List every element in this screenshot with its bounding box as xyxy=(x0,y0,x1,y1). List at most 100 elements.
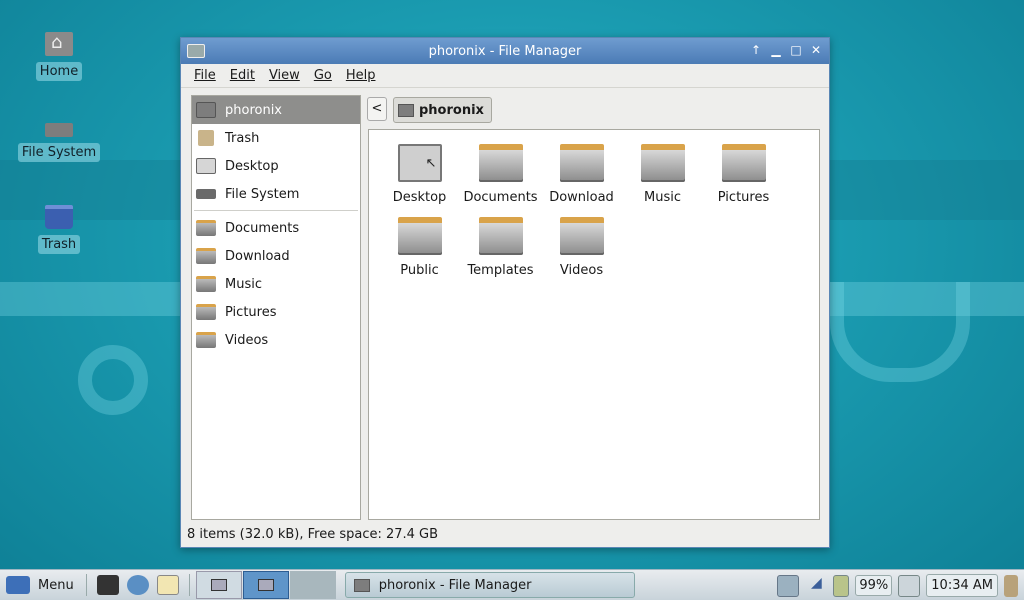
menu-go[interactable]: Go xyxy=(307,68,339,83)
task-button-label: phoronix - File Manager xyxy=(378,577,532,593)
file-name: Templates xyxy=(467,263,534,278)
file-item-documents[interactable]: Documents xyxy=(460,144,541,205)
minimize-icon[interactable]: ▁ xyxy=(769,42,783,58)
workspace-1-button[interactable] xyxy=(242,571,289,599)
system-tray: ◢ 99% 10:34 AM xyxy=(777,570,1024,600)
sidebar-item-phoronix[interactable]: phoronix xyxy=(192,96,360,124)
taskbar-separator xyxy=(85,574,87,596)
sidebar-item-label: Documents xyxy=(225,220,300,236)
file-item-music[interactable]: Music xyxy=(622,144,703,205)
sidebar-item-music[interactable]: Music xyxy=(192,270,360,298)
terminal-launcher-icon[interactable] xyxy=(96,575,119,595)
home-icon xyxy=(45,32,73,56)
sidebar-item-label: phoronix xyxy=(225,102,283,118)
status-bar: 8 items (32.0 kB), Free space: 27.4 GB xyxy=(187,527,439,542)
wallpaper-curve xyxy=(830,282,970,382)
workspace-2-button[interactable] xyxy=(289,571,336,599)
trash-icon xyxy=(45,205,73,229)
side-pane: phoronix Trash Desktop File System Docum… xyxy=(191,95,361,520)
trash-icon[interactable] xyxy=(1004,574,1018,597)
text-editor-launcher-icon[interactable] xyxy=(156,575,179,595)
folder-icon xyxy=(196,248,216,264)
trash-icon xyxy=(198,130,214,146)
desktop-icon xyxy=(196,158,216,174)
sidebar-item-label: File System xyxy=(225,186,300,202)
menu-file[interactable]: File xyxy=(187,68,223,83)
network-icon[interactable] xyxy=(777,574,800,597)
sidebar-item-trash[interactable]: Trash xyxy=(192,124,360,152)
file-name: Download xyxy=(549,190,614,205)
browser-launcher-icon[interactable] xyxy=(126,575,149,595)
file-item-pictures[interactable]: Pictures xyxy=(703,144,784,205)
home-folder-icon xyxy=(398,103,414,117)
file-name: Public xyxy=(400,263,439,278)
show-desktop-icon xyxy=(210,579,227,591)
file-name: Music xyxy=(644,190,681,205)
desktop-icon-trash[interactable]: Trash xyxy=(14,205,104,254)
maximize-icon[interactable]: □ xyxy=(789,42,803,58)
menu-button[interactable]: Menu xyxy=(0,570,80,600)
sidebar-item-label: Trash xyxy=(225,130,260,146)
file-item-download[interactable]: Download xyxy=(541,144,622,205)
desktop-icon-home[interactable]: Home xyxy=(14,32,104,81)
desktop-icon xyxy=(397,144,442,182)
sidebar-item-documents[interactable]: Documents xyxy=(192,214,360,242)
menu-view[interactable]: View xyxy=(262,68,307,83)
desktop-icon-label: Home xyxy=(35,62,83,81)
title-bar[interactable]: phoronix - File Manager ↑ ▁ □ ✕ xyxy=(181,38,829,64)
home-folder-icon xyxy=(353,578,370,592)
volume-icon[interactable] xyxy=(898,574,921,597)
desktop-icon-label: File System xyxy=(17,143,101,162)
task-button-file-manager[interactable]: phoronix - File Manager xyxy=(344,572,635,598)
sidebar-item-label: Music xyxy=(225,276,262,292)
file-name: Videos xyxy=(559,263,604,278)
sidebar-item-videos[interactable]: Videos xyxy=(192,326,360,354)
folder-icon xyxy=(196,304,216,320)
desktop-icon-filesystem[interactable]: File System xyxy=(14,117,104,162)
menu-button-label: Menu xyxy=(38,577,74,593)
file-item-videos[interactable]: Videos xyxy=(541,217,622,278)
sidebar-item-label: Videos xyxy=(225,332,269,348)
sidebar-divider xyxy=(194,210,358,211)
clock[interactable]: 10:34 AM xyxy=(926,574,998,597)
sidebar-item-pictures[interactable]: Pictures xyxy=(192,298,360,326)
close-icon[interactable]: ✕ xyxy=(809,42,823,58)
taskbar-separator xyxy=(188,574,190,596)
folder-icon xyxy=(196,276,216,292)
menu-bar: File Edit View Go Help xyxy=(181,64,829,88)
menu-help[interactable]: Help xyxy=(339,68,383,83)
sidebar-item-filesystem[interactable]: File System xyxy=(192,180,360,208)
file-name: Pictures xyxy=(717,190,770,205)
menu-edit[interactable]: Edit xyxy=(223,68,262,83)
sidebar-item-desktop[interactable]: Desktop xyxy=(192,152,360,180)
file-name: Documents xyxy=(463,190,538,205)
folder-icon xyxy=(397,217,442,255)
file-name: Desktop xyxy=(392,190,447,205)
file-item-public[interactable]: Public xyxy=(379,217,460,278)
taskbar: Menu phoronix - File Manager ◢ 99% 10:34… xyxy=(0,569,1024,600)
desktop-icon-label: Trash xyxy=(37,235,81,254)
window-icon xyxy=(257,579,274,591)
back-button[interactable]: < xyxy=(367,97,387,121)
home-folder-icon xyxy=(196,102,216,118)
folder-icon xyxy=(478,217,523,255)
file-manager-window: phoronix - File Manager ↑ ▁ □ ✕ File Edi… xyxy=(180,37,830,548)
wifi-icon[interactable]: ◢ xyxy=(805,575,827,597)
show-desktop-button[interactable] xyxy=(195,571,242,599)
wallpaper-circle xyxy=(78,345,148,415)
window-title: phoronix - File Manager xyxy=(428,43,582,59)
icon-view[interactable]: Desktop Documents Download Music Picture… xyxy=(368,129,820,520)
drive-icon xyxy=(45,123,73,137)
folder-icon xyxy=(559,144,604,182)
sidebar-item-download[interactable]: Download xyxy=(192,242,360,270)
folder-icon xyxy=(721,144,766,182)
battery-icon[interactable] xyxy=(833,574,850,597)
folder-icon xyxy=(196,220,216,236)
shade-up-icon[interactable]: ↑ xyxy=(749,42,763,58)
path-button-label: phoronix xyxy=(419,102,484,118)
battery-level[interactable]: 99% xyxy=(855,575,893,596)
file-item-templates[interactable]: Templates xyxy=(460,217,541,278)
folder-icon xyxy=(478,144,523,182)
path-button-phoronix[interactable]: phoronix xyxy=(393,97,492,123)
file-item-desktop[interactable]: Desktop xyxy=(379,144,460,205)
